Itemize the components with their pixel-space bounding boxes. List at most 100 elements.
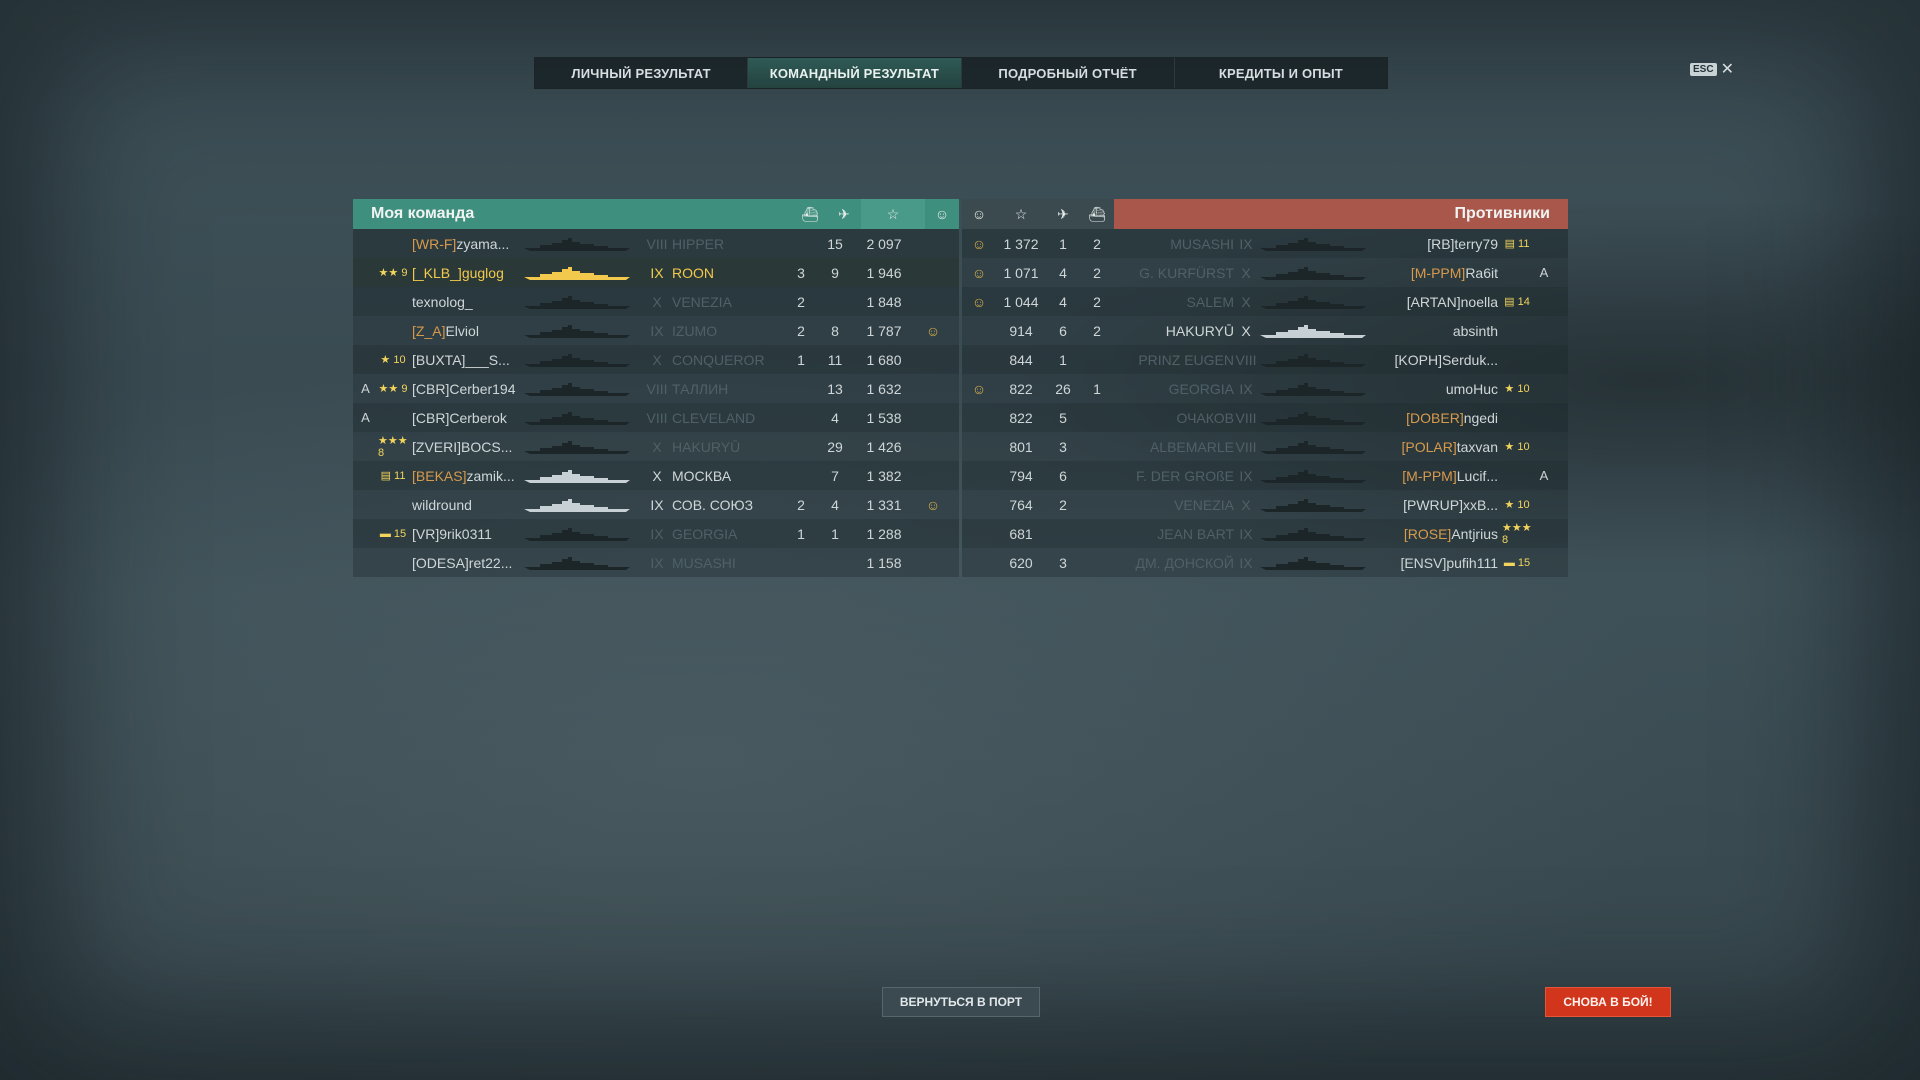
stat-ships-destroyed-value: 3 [797, 264, 805, 281]
stat-planes-destroyed-value: 1 [831, 525, 839, 542]
achievement-badge-icon: A [361, 410, 370, 425]
tab-personal-result[interactable]: ЛИЧНЫЙ РЕЗУЛЬТАТ [535, 58, 749, 88]
ship-name: МОСКВА [672, 467, 732, 484]
table-row[interactable]: 620 3 ДМ. ДОНСКОЙ IX [ENSV]pufih111 ▬ 15 [962, 548, 1568, 577]
table-row[interactable]: 794 6 F. DER GROßE IX [M-PPM]Lucif... A [962, 461, 1568, 490]
ship-name: CLEVELAND [672, 409, 756, 426]
player-name-cell[interactable]: [PWRUP]xxB... [1380, 497, 1502, 513]
player-name-cell[interactable]: [ENSV]pufih111 [1380, 555, 1502, 571]
player-name-cell[interactable]: wildround [408, 497, 522, 513]
player-name-cell[interactable]: [ODESA]ret22... [408, 555, 522, 571]
player-name-cell[interactable]: umoHuc [1380, 381, 1502, 397]
table-row[interactable]: A [CBR]Cerberok VIII CLEVELAND 4 1 538 [353, 403, 959, 432]
return-to-port-button[interactable]: ВЕРНУТЬСЯ В ПОРТ [882, 987, 1040, 1017]
player-name-cell[interactable]: [M-PPM]Lucif... [1380, 468, 1502, 484]
player-name: taxvan [1456, 438, 1498, 455]
stat-base-xp-value: 1 632 [866, 380, 902, 397]
clan-tag: [ENSV] [1400, 554, 1447, 571]
player-name: guglog [461, 264, 504, 281]
table-row[interactable]: ★★ 9 [_KLB_]guglog IX ROON 3 9 1 946 [353, 258, 959, 287]
table-row[interactable]: ★★★ 8 [ZVERI]BOCS... X HAKURYŪ 29 1 426 [353, 432, 959, 461]
ship-kill-icon: ⛴ [801, 205, 819, 222]
rank-icon: ★ 10 [1504, 499, 1530, 511]
ship-name: HIPPER [672, 235, 725, 252]
clan-tag: [_KLB_] [412, 264, 462, 281]
stat-ships-destroyed-value: 1 [797, 525, 805, 542]
stat-ships-destroyed-value: 2 [797, 322, 805, 339]
player-name-cell[interactable]: texnolog_ [408, 294, 522, 310]
table-row[interactable]: wildround IX СОВ. СОЮЗ 2 4 1 331 ☺ [353, 490, 959, 519]
clan-tag: [CBR] [412, 380, 450, 397]
player-name-cell[interactable]: [BUXTA]___S... [408, 352, 522, 368]
achievement-badge-icon: A [361, 381, 370, 396]
ship-silhouette-icon [524, 440, 630, 454]
stat-ships-destroyed-value: 2 [1093, 293, 1101, 310]
table-row[interactable]: A ★★ 9 [CBR]Cerber194 VIII ТАЛЛИН 13 1 632 [353, 374, 959, 403]
player-name-cell[interactable]: [ZVERI]BOCS... [408, 439, 522, 455]
player-name-cell[interactable]: absinth [1380, 323, 1502, 339]
clan-tag: [BEKAS] [412, 467, 467, 484]
table-row[interactable]: texnolog_ X VENEZIA 2 1 848 [353, 287, 959, 316]
player-name-cell[interactable]: [CBR]Cerberok [408, 410, 522, 426]
player-name-cell[interactable]: [BEKAS]zamik... [408, 468, 522, 484]
player-name-cell[interactable]: [CBR]Cerber194 [408, 381, 522, 397]
ship-tier: IX [1239, 380, 1253, 397]
player-name-cell[interactable]: [DOBER]ngedi [1380, 410, 1502, 426]
stat-planes-destroyed-value: 9 [831, 264, 839, 281]
star-icon: ☆ [861, 199, 925, 229]
table-row[interactable]: 914 6 2 HAKURYŪ Xabsinth [962, 316, 1568, 345]
player-name-cell[interactable]: [KOPH]Serduk... [1380, 352, 1502, 368]
ship-tier: VIII [1235, 438, 1257, 455]
table-row[interactable]: ★ 10 [BUXTA]___S... X CONQUEROR 1 11 1 680 [353, 345, 959, 374]
table-row[interactable]: ▤ 11 [BEKAS]zamik... X МОСКВА 7 1 382 [353, 461, 959, 490]
ship-silhouette [1258, 526, 1380, 542]
stat-base-xp-value: 2 097 [866, 235, 902, 252]
player-name-cell[interactable]: [ARTAN]noella [1380, 294, 1502, 310]
table-row[interactable]: ☺ 1 372 1 2 MUSASHI IX [RB]terry79 ▤ 11 [962, 229, 1568, 258]
stat-base-xp-value: 822 [1009, 409, 1033, 426]
table-row[interactable]: [ODESA]ret22... IX MUSASHI 1 158 [353, 548, 959, 577]
close-button[interactable]: ESC ✕ [1690, 59, 1734, 79]
table-row[interactable]: 801 3 ALBEMARLE VIII [POLAR]taxvan ★ 10 [962, 432, 1568, 461]
table-row[interactable]: ☺ 1 071 4 2 G. KURFÜRST X [M-PPM]Ra6it A [962, 258, 1568, 287]
stat-base-xp-value: 1 288 [866, 525, 902, 542]
table-row[interactable]: 764 2 VENEZIA X [PWRUP]xxB... ★ 10 [962, 490, 1568, 519]
tab-credits-xp[interactable]: КРЕДИТЫ И ОПЫТ [1175, 58, 1387, 88]
ship-name: G. KURFÜRST [1139, 264, 1234, 281]
ship-silhouette [1258, 236, 1380, 252]
ship-name: СОВ. СОЮЗ [672, 496, 754, 513]
table-row[interactable]: ▬ 15 [VR]9rik0311 IX GEORGIA 1 1 1 288 [353, 519, 959, 548]
player-name-cell[interactable]: [VR]9rik0311 [408, 526, 522, 542]
ship-silhouette-icon [524, 295, 630, 309]
clan-tag: [BUXTA] [412, 351, 466, 368]
player-name-cell[interactable]: [Z_A]Elviol [408, 323, 522, 339]
ship-silhouette-icon [524, 527, 630, 541]
tab-team-result[interactable]: КОМАНДНЫЙ РЕЗУЛЬТАТ [748, 58, 962, 88]
rank-icon: ▤ 11 [380, 470, 406, 482]
table-row[interactable]: 681 JEAN BART IX [ROSE]Antjrius ★★★ 8 [962, 519, 1568, 548]
player-name-cell[interactable]: [WR-F]zyama... [408, 236, 522, 252]
ship-silhouette [1258, 265, 1380, 281]
player-name-cell[interactable]: [_KLB_]guglog [408, 265, 522, 281]
player-name-cell[interactable]: [RB]terry79 [1380, 236, 1502, 252]
achievement-icon: ☺ [971, 264, 987, 281]
tab-detailed-report[interactable]: ПОДРОБНЫЙ ОТЧЁТ [962, 58, 1175, 88]
ship-name: VENEZIA [1174, 496, 1234, 513]
table-row[interactable]: 822 5 ОЧАКОВ VIII [DOBER]ngedi [962, 403, 1568, 432]
player-name-cell[interactable]: [ROSE]Antjrius [1380, 526, 1502, 542]
table-row[interactable]: 844 1 PRINZ EUGEN VIII [KOPH]Serduk... [962, 345, 1568, 374]
battle-again-button[interactable]: СНОВА В БОЙ! [1545, 987, 1671, 1017]
table-row[interactable]: [WR-F]zyama... VIII HIPPER 15 2 097 [353, 229, 959, 258]
ship-name: SALEM [1186, 293, 1234, 310]
ship-silhouette [522, 265, 642, 281]
table-row[interactable]: ☺ 1 044 4 2 SALEM X [ARTAN]noella ▤ 14 [962, 287, 1568, 316]
ship-kill-icon: ⛴ [1088, 205, 1106, 222]
table-row[interactable]: ☺ 822 26 1 GEORGIA IX umoHuc ★ 10 [962, 374, 1568, 403]
player-name-cell[interactable]: [M-PPM]Ra6it [1380, 265, 1502, 281]
table-row[interactable]: [Z_A]Elviol IX IZUMO 2 8 1 787 ☺ [353, 316, 959, 345]
player-name-cell[interactable]: [POLAR]taxvan [1380, 439, 1502, 455]
stat-ships-destroyed-value: 1 [797, 351, 805, 368]
ship-silhouette [1258, 497, 1380, 513]
stat-base-xp-value: 1 331 [866, 496, 902, 513]
stat-base-xp-value: 1 372 [1003, 235, 1039, 252]
